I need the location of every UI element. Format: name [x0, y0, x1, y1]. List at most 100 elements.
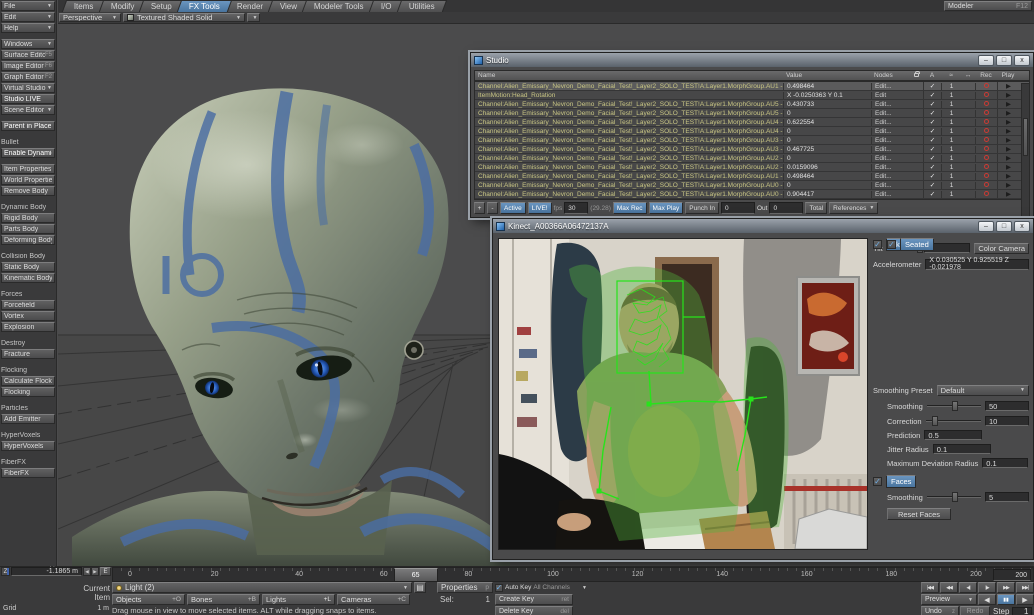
play-toggle[interactable]: ▶: [997, 118, 1019, 126]
view-mode-dropdown[interactable]: Perspective ▼: [59, 13, 121, 22]
sidebar-item[interactable]: Forcefield: [1, 300, 55, 310]
record-toggle[interactable]: [975, 83, 997, 90]
alien-head-model[interactable]: [62, 50, 517, 570]
fps-field[interactable]: 30: [564, 202, 588, 214]
sidebar-item[interactable]: Bullet: [1, 137, 55, 147]
properties-button[interactable]: Properties p: [437, 582, 493, 593]
checkbox[interactable]: ✓: [495, 584, 503, 592]
active-check-icon[interactable]: ✓: [923, 190, 941, 198]
channel-row[interactable]: Channel:Alien_Emissary_Nevron_Demo_Facia…: [475, 100, 1029, 109]
sidebar-item[interactable]: Scene Editor: [1, 105, 55, 115]
create-key-button[interactable]: Create Key ret: [495, 594, 573, 605]
sidebar-item[interactable]: Explosion: [1, 322, 55, 332]
record-toggle[interactable]: [975, 110, 997, 117]
menu-button[interactable]: Edit: [1, 12, 55, 22]
sidebar-item[interactable]: Flocking: [1, 387, 55, 397]
redo-button[interactable]: Redo: [960, 606, 990, 615]
active-check-icon[interactable]: ✓: [923, 145, 941, 153]
sidebar-item[interactable]: Virtual Studio: [1, 83, 55, 93]
edit-nodes-button[interactable]: Edit...: [871, 110, 909, 117]
sidebar-item[interactable]: [1, 159, 55, 163]
sidebar-item[interactable]: Destroy: [1, 338, 55, 348]
record-toggle[interactable]: [975, 101, 997, 108]
sidebar-item[interactable]: Kinematic Body: [1, 273, 55, 283]
faces-smoothing-field[interactable]: 5: [985, 492, 1029, 502]
play-toggle[interactable]: ▶: [997, 154, 1019, 162]
edit-nodes-button[interactable]: Edit...: [871, 173, 909, 180]
prediction-field[interactable]: 0.5: [924, 430, 982, 440]
play-toggle[interactable]: ▶: [997, 100, 1019, 108]
sidebar-item[interactable]: Deforming Body: [1, 235, 55, 245]
sidebar-item[interactable]: Remove Body: [1, 186, 55, 196]
item-type-button[interactable]: Cameras +C: [337, 594, 410, 605]
sidebar-item[interactable]: [1, 452, 55, 456]
end-frame-field[interactable]: 200: [993, 569, 1031, 581]
pause-button[interactable]: ▮▮: [997, 594, 1015, 605]
record-toggle[interactable]: [975, 173, 997, 180]
play-toggle[interactable]: ▶: [997, 145, 1019, 153]
channel-row[interactable]: Channel:Alien_Emissary_Nevron_Demo_Facia…: [475, 82, 1029, 91]
envelope-button[interactable]: E: [100, 567, 111, 576]
scrollbar-thumb[interactable]: [1023, 118, 1028, 156]
sidebar-item[interactable]: Static Body: [1, 262, 55, 272]
tab[interactable]: FX Tools: [177, 0, 232, 12]
sidebar-item[interactable]: [1, 132, 55, 136]
sidebar-item[interactable]: Studio LIVE: [1, 94, 55, 104]
sidebar-item[interactable]: Add Emitter: [1, 414, 55, 424]
live-toggle[interactable]: LIVE!: [528, 202, 552, 214]
active-check-icon[interactable]: ✓: [923, 163, 941, 171]
timeline-playhead[interactable]: 65: [394, 568, 438, 582]
close-button[interactable]: x: [1014, 55, 1030, 66]
active-check-icon[interactable]: ✓: [923, 118, 941, 126]
timeline-ruler[interactable]: 020406080100120140160180200 65 200: [112, 567, 1034, 582]
modeler-button[interactable]: Modeler F12: [944, 1, 1032, 11]
kinect-toggle[interactable]: ✓ Seated: [873, 238, 1029, 250]
channel-row[interactable]: Channel:Alien_Emissary_Nevron_Demo_Facia…: [475, 127, 1029, 136]
sidebar-item[interactable]: [1, 284, 55, 288]
active-check-icon[interactable]: ✓: [923, 181, 941, 189]
play-toggle[interactable]: ▶: [997, 127, 1019, 135]
sidebar-item[interactable]: Windows: [1, 39, 55, 49]
sidebar-item[interactable]: FiberFX: [1, 468, 55, 478]
punch-in-button[interactable]: Punch In: [685, 202, 719, 214]
transport-button[interactable]: |▶: [978, 582, 996, 593]
max-deviation-field[interactable]: 0.1: [982, 458, 1028, 468]
max-rec-toggle[interactable]: Max Rec: [613, 202, 647, 214]
step-field[interactable]: 1: [1012, 607, 1032, 615]
edit-nodes-button[interactable]: Edit...: [871, 101, 909, 108]
sidebar-item[interactable]: Fracture: [1, 349, 55, 359]
play-forward-button[interactable]: ▶: [1016, 594, 1034, 605]
transport-button[interactable]: ▶▶: [997, 582, 1015, 593]
record-toggle[interactable]: [975, 191, 997, 198]
jitter-radius-field[interactable]: 0.1: [933, 444, 991, 454]
record-toggle[interactable]: [975, 137, 997, 144]
axis-value-field[interactable]: -1.1865 m: [11, 567, 82, 576]
edit-nodes-button[interactable]: Edit...: [871, 191, 909, 198]
smoothing-slider[interactable]: [927, 405, 981, 407]
sidebar-item[interactable]: [1, 116, 55, 120]
channel-row[interactable]: Channel:Alien_Emissary_Nevron_Demo_Facia…: [475, 181, 1029, 190]
edit-nodes-button[interactable]: Edit...: [871, 155, 909, 162]
references-dropdown[interactable]: References ▼: [829, 202, 878, 214]
sidebar-item[interactable]: Parent in Place: [1, 121, 55, 131]
sidebar-item[interactable]: [1, 398, 55, 402]
transport-button[interactable]: ◀◀: [940, 582, 958, 593]
active-check-icon[interactable]: ✓: [923, 100, 941, 108]
punch-out-field[interactable]: 0: [769, 202, 803, 214]
faces-toggle[interactable]: ✓ Faces: [873, 475, 1029, 487]
transport-button[interactable]: |◀◀: [921, 582, 939, 593]
checkbox[interactable]: ✓: [887, 240, 896, 249]
active-check-icon[interactable]: ✓: [923, 172, 941, 180]
record-toggle[interactable]: [975, 155, 997, 162]
play-toggle[interactable]: ▶: [997, 136, 1019, 144]
sidebar-item[interactable]: Vortex: [1, 311, 55, 321]
shading-mode-dropdown[interactable]: Textured Shaded Solid ▼: [123, 13, 245, 22]
menu-button[interactable]: Help: [1, 23, 55, 33]
tab[interactable]: Modeler Tools: [302, 0, 376, 12]
active-check-icon[interactable]: ✓: [923, 82, 941, 90]
minimize-button[interactable]: –: [978, 55, 994, 66]
sidebar-item[interactable]: Calculate Flocks: [1, 376, 55, 386]
play-toggle[interactable]: ▶: [997, 163, 1019, 171]
faces-smoothing-slider[interactable]: [927, 496, 981, 498]
edit-nodes-button[interactable]: Edit...: [871, 137, 909, 144]
